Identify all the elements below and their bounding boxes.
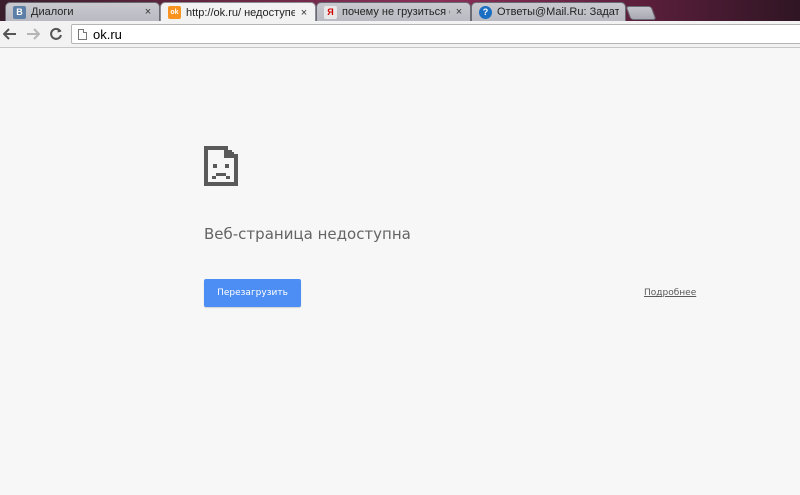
tab-dialogs[interactable]: В Диалоги × [5,2,160,21]
url-text[interactable]: ok.ru [93,27,122,42]
tab-yandex-search[interactable]: Я почему не грузиться одн × [316,2,471,21]
tab-title: http://ok.ru/ недоступен [186,6,295,19]
forward-arrow-icon[interactable] [24,25,42,43]
reload-button[interactable]: Перезагрузить [204,279,301,307]
sad-page-icon [204,146,238,186]
vk-icon: В [13,5,26,19]
tab-title: Ответы@Mail.Ru: Задать [497,6,619,18]
new-tab-button[interactable] [625,6,657,20]
browser-toolbar: ok.ru [0,21,800,48]
reload-icon[interactable] [47,25,65,43]
error-title: Веб-страница недоступна [204,225,411,243]
close-icon[interactable]: × [454,6,464,18]
error-page: Веб-страница недоступна Перезагрузить По… [0,48,800,495]
mailru-answers-icon: ? [479,5,492,19]
tab-ok-unavailable[interactable]: ok http://ok.ru/ недоступен × [160,2,316,21]
close-icon[interactable]: × [299,7,309,19]
address-bar[interactable]: ok.ru [71,24,800,44]
tab-title: почему не грузиться одн [342,6,450,18]
back-arrow-icon[interactable] [1,25,19,43]
page-icon [78,28,87,40]
details-link[interactable]: Подробнее [644,288,696,298]
tab-strip: В Диалоги × ? Ответы@Mail.Ru: Задать Я п… [0,0,800,21]
odnoklassniki-icon: ok [168,6,181,19]
tab-title: Диалоги [31,6,74,18]
close-icon[interactable]: × [143,6,153,18]
yandex-icon: Я [324,5,337,19]
tab-mailru-answers[interactable]: ? Ответы@Mail.Ru: Задать [471,2,626,21]
